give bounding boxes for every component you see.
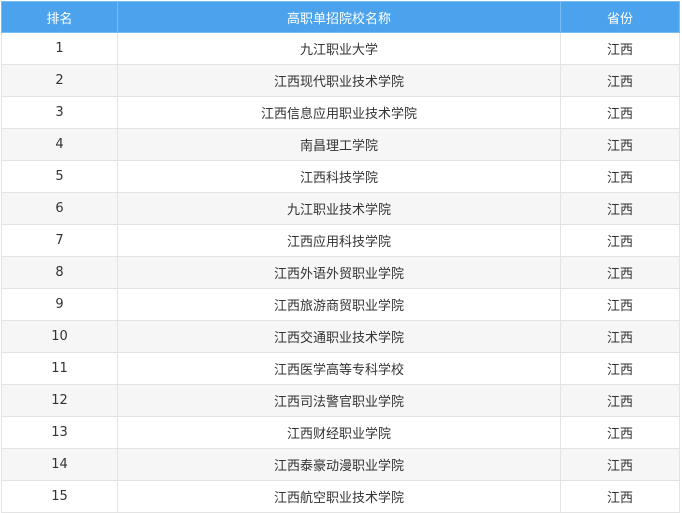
table-row: 4 南昌理工学院 江西 bbox=[1, 128, 680, 161]
school-name-cell: 九江职业大学 bbox=[117, 32, 561, 65]
rank-cell: 13 bbox=[1, 416, 118, 449]
table-row: 15 江西航空职业技术学院 江西 bbox=[1, 480, 680, 513]
province-cell: 江西 bbox=[560, 96, 680, 129]
rank-cell: 7 bbox=[1, 224, 118, 257]
province-cell: 江西 bbox=[560, 416, 680, 449]
table-row: 8 江西外语外贸职业学院 江西 bbox=[1, 256, 680, 289]
table-row: 6 九江职业技术学院 江西 bbox=[1, 192, 680, 225]
table-row: 13 江西财经职业学院 江西 bbox=[1, 416, 680, 449]
rank-cell: 12 bbox=[1, 384, 118, 417]
rank-cell: 2 bbox=[1, 64, 118, 97]
province-cell: 江西 bbox=[560, 160, 680, 193]
school-name-cell: 江西外语外贸职业学院 bbox=[117, 256, 561, 289]
table-row: 5 江西科技学院 江西 bbox=[1, 160, 680, 193]
table-row: 12 江西司法警官职业学院 江西 bbox=[1, 384, 680, 417]
table-row: 3 江西信息应用职业技术学院 江西 bbox=[1, 96, 680, 129]
province-cell: 江西 bbox=[560, 256, 680, 289]
rank-cell: 3 bbox=[1, 96, 118, 129]
ranking-table: 排名 高职单招院校名称 省份 1 九江职业大学 江西 2 江西现代职业技术学院 … bbox=[1, 1, 680, 513]
province-cell: 江西 bbox=[560, 128, 680, 161]
school-name-cell: 江西信息应用职业技术学院 bbox=[117, 96, 561, 129]
province-cell: 江西 bbox=[560, 352, 680, 385]
school-name-cell: 江西科技学院 bbox=[117, 160, 561, 193]
table-row: 9 江西旅游商贸职业学院 江西 bbox=[1, 288, 680, 321]
school-name-cell: 南昌理工学院 bbox=[117, 128, 561, 161]
school-name-cell: 江西现代职业技术学院 bbox=[117, 64, 561, 97]
table-row: 7 江西应用科技学院 江西 bbox=[1, 224, 680, 257]
rank-cell: 5 bbox=[1, 160, 118, 193]
province-cell: 江西 bbox=[560, 320, 680, 353]
school-name-cell: 江西旅游商贸职业学院 bbox=[117, 288, 561, 321]
header-province: 省份 bbox=[560, 1, 680, 33]
rank-cell: 6 bbox=[1, 192, 118, 225]
header-rank: 排名 bbox=[1, 1, 118, 33]
school-name-cell: 江西司法警官职业学院 bbox=[117, 384, 561, 417]
table-row: 14 江西泰豪动漫职业学院 江西 bbox=[1, 448, 680, 481]
table-header: 排名 高职单招院校名称 省份 bbox=[1, 1, 680, 33]
school-name-cell: 江西航空职业技术学院 bbox=[117, 480, 561, 513]
rank-cell: 10 bbox=[1, 320, 118, 353]
table-row: 1 九江职业大学 江西 bbox=[1, 32, 680, 65]
province-cell: 江西 bbox=[560, 32, 680, 65]
rank-cell: 1 bbox=[1, 32, 118, 65]
header-school-name: 高职单招院校名称 bbox=[117, 1, 561, 33]
rank-cell: 8 bbox=[1, 256, 118, 289]
rank-cell: 9 bbox=[1, 288, 118, 321]
rank-cell: 4 bbox=[1, 128, 118, 161]
school-name-cell: 江西泰豪动漫职业学院 bbox=[117, 448, 561, 481]
table-row: 11 江西医学高等专科学校 江西 bbox=[1, 352, 680, 385]
rank-cell: 11 bbox=[1, 352, 118, 385]
school-name-cell: 九江职业技术学院 bbox=[117, 192, 561, 225]
school-name-cell: 江西财经职业学院 bbox=[117, 416, 561, 449]
header-row: 排名 高职单招院校名称 省份 bbox=[1, 1, 680, 33]
province-cell: 江西 bbox=[560, 192, 680, 225]
rank-cell: 14 bbox=[1, 448, 118, 481]
province-cell: 江西 bbox=[560, 480, 680, 513]
table-body: 1 九江职业大学 江西 2 江西现代职业技术学院 江西 3 江西信息应用职业技术… bbox=[1, 32, 680, 513]
table-row: 2 江西现代职业技术学院 江西 bbox=[1, 64, 680, 97]
province-cell: 江西 bbox=[560, 448, 680, 481]
school-name-cell: 江西交通职业技术学院 bbox=[117, 320, 561, 353]
province-cell: 江西 bbox=[560, 288, 680, 321]
school-name-cell: 江西应用科技学院 bbox=[117, 224, 561, 257]
province-cell: 江西 bbox=[560, 64, 680, 97]
table-row: 10 江西交通职业技术学院 江西 bbox=[1, 320, 680, 353]
province-cell: 江西 bbox=[560, 384, 680, 417]
school-name-cell: 江西医学高等专科学校 bbox=[117, 352, 561, 385]
province-cell: 江西 bbox=[560, 224, 680, 257]
rank-cell: 15 bbox=[1, 480, 118, 513]
